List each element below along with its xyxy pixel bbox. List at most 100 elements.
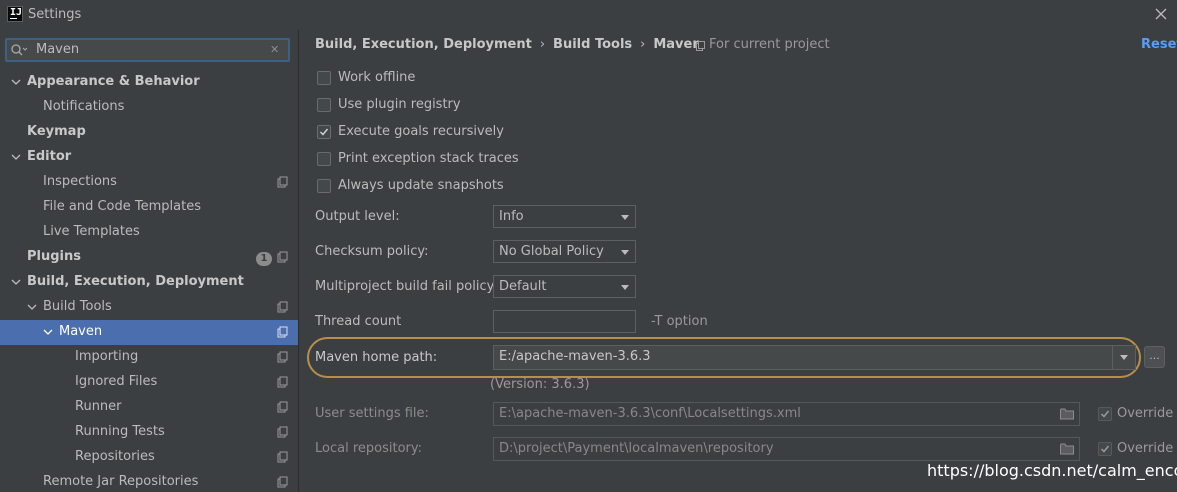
local-repository-input[interactable]: D:\project\Payment\localmaven\repository	[493, 437, 1080, 461]
close-icon[interactable]	[1150, 3, 1172, 25]
sidebar-item-label: Inspections	[43, 174, 117, 189]
sidebar-item-inspections[interactable]: Inspections	[0, 170, 298, 195]
sidebar-item-label: Build, Execution, Deployment	[27, 274, 244, 289]
project-scope-icon	[696, 41, 705, 51]
clear-search-icon[interactable]: ✕	[270, 43, 279, 56]
sidebar-item-label: Editor	[27, 149, 72, 164]
checkbox-box[interactable]	[1098, 407, 1112, 421]
thread-count-hint: -T option	[651, 314, 708, 329]
dropdown-arrow-icon	[621, 285, 629, 290]
project-scope-icon	[277, 326, 288, 338]
chevron-down-icon[interactable]	[42, 326, 54, 338]
sidebar-item-repositories[interactable]: Repositories	[0, 445, 298, 470]
breadcrumb: Build, Execution, Deployment › Build Tools…	[315, 37, 702, 52]
sidebar-item-appearance[interactable]: Appearance & Behavior	[0, 70, 298, 95]
select-value: No Global Policy	[499, 244, 604, 259]
sidebar-item-label: Plugins	[27, 249, 81, 264]
sidebar-item-notifications[interactable]: Notifications	[0, 95, 298, 120]
sidebar-item-label: Repositories	[75, 449, 155, 464]
checkbox-label: Always update snapshots	[338, 178, 504, 193]
dropdown-arrow-icon	[621, 250, 629, 255]
sidebar-item-label: Ignored Files	[75, 374, 158, 389]
project-scope-icon	[277, 451, 288, 463]
breadcrumb-separator: ›	[539, 37, 546, 52]
search-icon	[11, 44, 28, 56]
plugins-update-badge: 1	[256, 252, 272, 266]
project-scope-icon	[277, 351, 288, 363]
title-bar	[0, 0, 1177, 30]
breadcrumb-item[interactable]: Build Tools	[553, 37, 632, 52]
chevron-down-icon[interactable]	[10, 276, 22, 288]
sidebar-item-label: Maven	[59, 324, 103, 339]
project-scope-icon	[277, 301, 288, 313]
checkbox-box[interactable]	[317, 125, 331, 139]
breadcrumb-separator: ›	[640, 37, 646, 52]
chevron-down-icon[interactable]	[26, 301, 38, 313]
sidebar-item-ignored-files[interactable]: Ignored Files	[0, 370, 298, 395]
chevron-down-icon[interactable]	[10, 76, 22, 88]
browse-button[interactable]: ...	[1144, 346, 1165, 368]
sidebar-item-remote-jar-repositories[interactable]: Remote Jar Repositories	[0, 470, 298, 492]
sidebar-item-plugins[interactable]: Plugins 1	[0, 245, 298, 270]
input-value: E:\apache-maven-3.6.3\conf\Localsettings…	[499, 406, 801, 421]
checkbox-box[interactable]	[317, 71, 331, 85]
sidebar-item-live-templates[interactable]: Live Templates	[0, 220, 298, 245]
breadcrumb-item: Maven	[653, 37, 702, 52]
scope-label: For current project	[709, 37, 830, 52]
search-input[interactable]: Maven	[36, 42, 79, 57]
project-scope-icon	[277, 376, 288, 388]
sidebar-item-importing[interactable]: Importing	[0, 345, 298, 370]
checksum-policy-label: Checksum policy:	[315, 244, 429, 259]
sidebar-item-label: Keymap	[27, 124, 86, 139]
input-value: E:/apache-maven-3.6.3	[499, 349, 651, 364]
sidebar-item-editor[interactable]: Editor	[0, 145, 298, 170]
checkbox-label: Execute goals recursively	[338, 124, 504, 139]
project-scope-icon	[277, 426, 288, 438]
maven-home-path-input[interactable]: E:/apache-maven-3.6.3	[493, 345, 1136, 370]
checksum-policy-select[interactable]: No Global Policy	[493, 240, 636, 263]
sidebar-item-label: Build Tools	[43, 299, 112, 314]
sidebar-item-label: Notifications	[43, 99, 125, 114]
sidebar-item-label: Runner	[75, 399, 122, 414]
checkbox-box[interactable]	[317, 152, 331, 166]
sidebar-item-keymap[interactable]: Keymap	[0, 120, 298, 145]
checkmark-icon	[1100, 410, 1110, 418]
dropdown-arrow-icon	[1120, 355, 1128, 360]
checkbox-label: Work offline	[338, 70, 416, 85]
user-settings-file-input[interactable]: E:\apache-maven-3.6.3\conf\Localsettings…	[493, 402, 1080, 426]
project-scope-icon	[277, 401, 288, 413]
sidebar-item-label: Remote Jar Repositories	[43, 474, 199, 489]
sidebar-item-runner[interactable]: Runner	[0, 395, 298, 420]
folder-icon[interactable]	[1060, 408, 1074, 420]
checkbox-box[interactable]	[317, 98, 331, 112]
multiproject-fail-policy-select[interactable]: Default	[493, 275, 636, 298]
sidebar-item-file-code-templates[interactable]: File and Code Templates	[0, 195, 298, 220]
sidebar-item-build-tools[interactable]: Build Tools	[0, 295, 298, 320]
checkbox-box[interactable]	[317, 179, 331, 193]
checkbox-label: Override	[1117, 406, 1174, 421]
sidebar-item-label: Running Tests	[75, 424, 165, 439]
local-repository-label: Local repository:	[315, 441, 422, 456]
sidebar-item-running-tests[interactable]: Running Tests	[0, 420, 298, 445]
maven-home-dropdown-button[interactable]	[1112, 346, 1136, 369]
checkbox-box[interactable]	[1098, 442, 1112, 456]
checkbox-label: Print exception stack traces	[338, 151, 519, 166]
checkbox-label: Use plugin registry	[338, 97, 461, 112]
watermark-text: https://blog.csdn.net/calm_encode	[927, 461, 1177, 480]
thread-count-input[interactable]	[493, 310, 636, 333]
output-level-label: Output level:	[315, 209, 400, 224]
sidebar-item-maven[interactable]: Maven	[0, 320, 298, 345]
multiproject-fail-policy-label: Multiproject build fail policy:	[315, 279, 498, 294]
select-value: Info	[499, 209, 524, 224]
breadcrumb-item[interactable]: Build, Execution, Deployment	[315, 37, 532, 52]
select-value: Default	[499, 279, 547, 294]
project-scope-icon	[277, 251, 288, 263]
folder-icon[interactable]	[1060, 443, 1074, 455]
project-scope-icon	[277, 476, 288, 488]
window-title: Settings	[28, 7, 82, 22]
reset-link[interactable]: Reset	[1141, 37, 1177, 52]
thread-count-label: Thread count	[315, 314, 402, 329]
chevron-down-icon[interactable]	[10, 151, 22, 163]
sidebar-item-build-execution-deployment[interactable]: Build, Execution, Deployment	[0, 270, 298, 295]
output-level-select[interactable]: Info	[493, 205, 636, 228]
